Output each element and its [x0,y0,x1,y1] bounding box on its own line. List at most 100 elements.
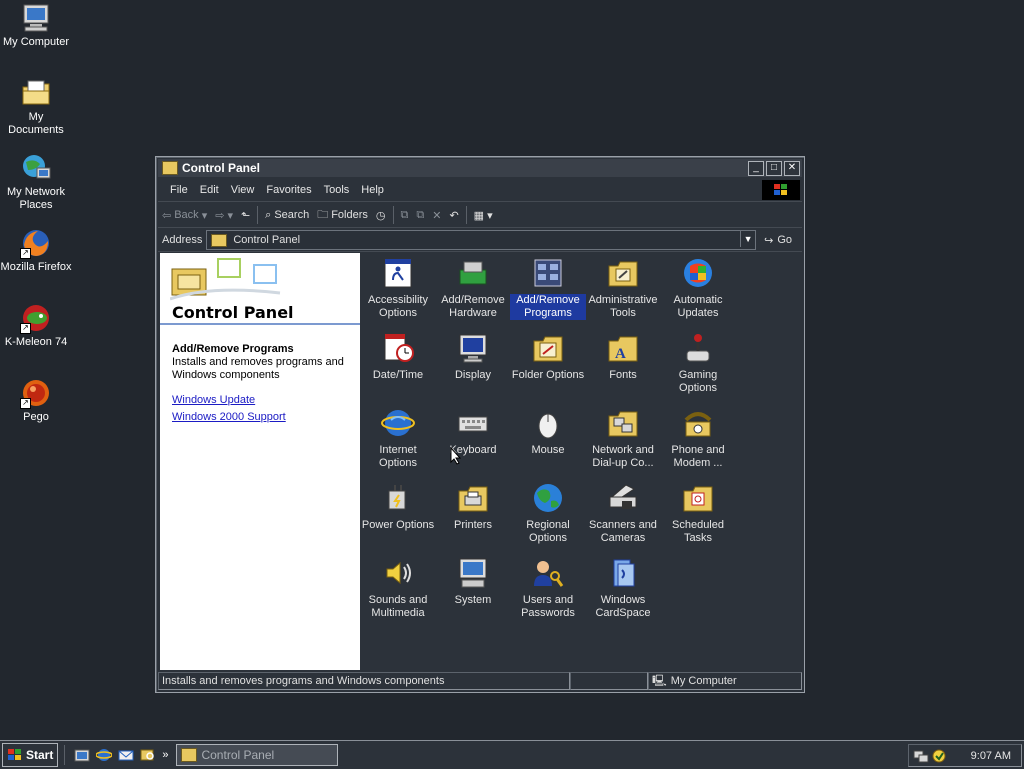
cp-item-cardspace[interactable]: Windows CardSpace [585,556,661,620]
maximize-button[interactable]: □ [766,161,782,176]
windows-logo-icon [762,180,800,200]
folders-button[interactable]: 🗀 Folders [313,206,372,225]
copy-to-button[interactable]: ⧉ [412,209,428,222]
accessibility-icon [381,256,415,290]
views-button[interactable]: ▦ ▾ [470,209,497,222]
start-button[interactable]: Start [2,743,59,767]
go-arrow-icon: ↪ [764,234,774,247]
menu-tools[interactable]: Tools [318,184,356,196]
cp-item-mouse[interactable]: Mouse [510,406,586,457]
system-icon [456,556,490,590]
desktop-icon-firefox[interactable]: ↗ Mozilla Firefox [0,227,72,274]
close-button[interactable]: ✕ [784,161,800,176]
firefox-icon: ↗ [20,227,52,259]
cp-item-programs[interactable]: Add/Remove Programs [510,256,586,320]
desktop-icon-kmeleon[interactable]: ↗ K-Meleon 74 [0,302,72,349]
cp-item-label: Administrative Tools [588,294,658,319]
windows-update-link[interactable]: Windows Update [172,394,255,406]
selected-item-title: Add/Remove Programs [172,343,294,355]
address-field[interactable]: Control Panel ▼ [206,230,757,250]
cp-item-network[interactable]: Network and Dial-up Co... [585,406,661,470]
undo-button[interactable]: ↶ [445,209,462,222]
cp-item-keyboard[interactable]: Keyboard [435,406,511,457]
chevron-down-icon: ▾ [227,209,233,222]
cp-item-phone[interactable]: Phone and Modem ... [660,406,736,470]
explorer-search-icon[interactable] [140,747,156,763]
cp-item-internet[interactable]: Internet Options [360,406,436,470]
search-button[interactable]: ⌕ Search [261,209,313,222]
internet-explorer-icon[interactable] [96,747,113,763]
cp-item-fonts[interactable]: A Fonts [585,331,661,382]
menu-file[interactable]: File [164,184,194,196]
cp-item-label: Add/Remove Programs [510,294,586,320]
admin-tools-icon [606,256,640,290]
menu-favorites[interactable]: Favorites [260,184,317,196]
minimize-button[interactable]: _ [748,161,764,176]
outlook-express-icon[interactable] [118,747,134,763]
menu-edit[interactable]: Edit [194,184,225,196]
cp-item-scanner[interactable]: Scanners and Cameras [585,481,661,545]
cp-item-users[interactable]: Users and Passwords [510,556,586,620]
printers-icon [456,481,490,515]
copy-to-icon: ⧉ [416,208,425,221]
status-empty-cell [570,672,648,690]
users-icon [531,556,565,590]
move-to-button[interactable]: ⧉ [397,209,413,222]
cardspace-icon [606,556,640,590]
up-folder-button[interactable]: ⬑ [237,209,254,222]
cp-item-hardware[interactable]: Add/Remove Hardware [435,256,511,320]
cp-item-regional[interactable]: Regional Options [510,481,586,545]
menu-bar: File Edit View Favorites Tools Help [158,179,802,202]
toolbar-separator [257,206,259,224]
go-button[interactable]: ↪ Go [764,234,792,247]
cp-item-power[interactable]: Power Options [360,481,436,532]
cp-item-system[interactable]: System [435,556,511,607]
search-label: Search [274,209,310,221]
show-desktop-icon[interactable] [74,747,90,763]
svg-text:A: A [615,346,626,362]
pego-icon: ↗ [20,377,52,409]
status-zone: 🖳 My Computer [648,672,802,690]
history-button[interactable]: ◷ [372,209,390,222]
address-dropdown-button[interactable]: ▼ [740,231,755,247]
menu-help[interactable]: Help [355,184,390,196]
cp-item-datetime[interactable]: Date/Time [360,331,436,382]
quicklaunch-more-icon[interactable]: » [162,749,168,761]
updates-tray-icon[interactable] [931,749,947,763]
title-bar[interactable]: Control Panel _ □ ✕ [158,159,802,177]
desktop-icon-my-documents[interactable]: My Documents [0,77,72,137]
cp-item-sounds[interactable]: Sounds and Multimedia [360,556,436,620]
cp-item-printers[interactable]: Printers [435,481,511,532]
desktop-icon-label: K-Meleon 74 [4,336,68,348]
back-button[interactable]: ⇦ Back ▾ [158,209,211,222]
desktop-icon-pego[interactable]: ↗ Pego [0,377,72,424]
taskbar-separator [64,745,66,765]
updates-icon [681,256,715,290]
cp-item-admin-tools[interactable]: Administrative Tools [585,256,661,320]
cp-item-label: Automatic Updates [673,294,723,319]
clock[interactable]: 9:07 AM [971,750,1011,762]
taskbar-button-control-panel[interactable]: Control Panel [176,744,339,766]
cp-item-accessibility[interactable]: Accessibility Options [360,256,436,320]
cp-item-label: Users and Passwords [521,594,575,619]
desktop-icon-my-computer[interactable]: My Computer [0,2,72,49]
cp-item-label: Regional Options [526,519,570,544]
desktop-icon-network-places[interactable]: My Network Places [0,152,72,212]
network-tray-icon[interactable] [913,749,929,763]
cp-item-gaming[interactable]: Gaming Options [660,331,736,395]
taskbar-button-label: Control Panel [201,748,275,762]
mouse-cursor-icon [450,447,462,465]
cp-item-tasks[interactable]: Scheduled Tasks [660,481,736,545]
delete-button[interactable]: ✕ [428,209,445,222]
menu-view[interactable]: View [225,184,261,196]
left-info-pane: Control Panel Add/Remove Programs Instal… [160,253,360,670]
my-documents-icon [20,77,52,109]
cp-item-label: System [454,594,492,606]
cp-item-folder-options[interactable]: Folder Options [510,331,586,382]
cp-item-updates[interactable]: Automatic Updates [660,256,736,320]
back-arrow-icon: ⇦ [162,209,172,222]
forward-button[interactable]: ⇨ ▾ [211,209,237,222]
windows-2000-support-link[interactable]: Windows 2000 Support [172,411,286,423]
cp-item-display[interactable]: Display [435,331,511,382]
toolbar: ⇦ Back ▾ ⇨ ▾ ⬑ ⌕ Search 🗀 Folders ◷ ⧉ ⧉ … [158,203,802,228]
